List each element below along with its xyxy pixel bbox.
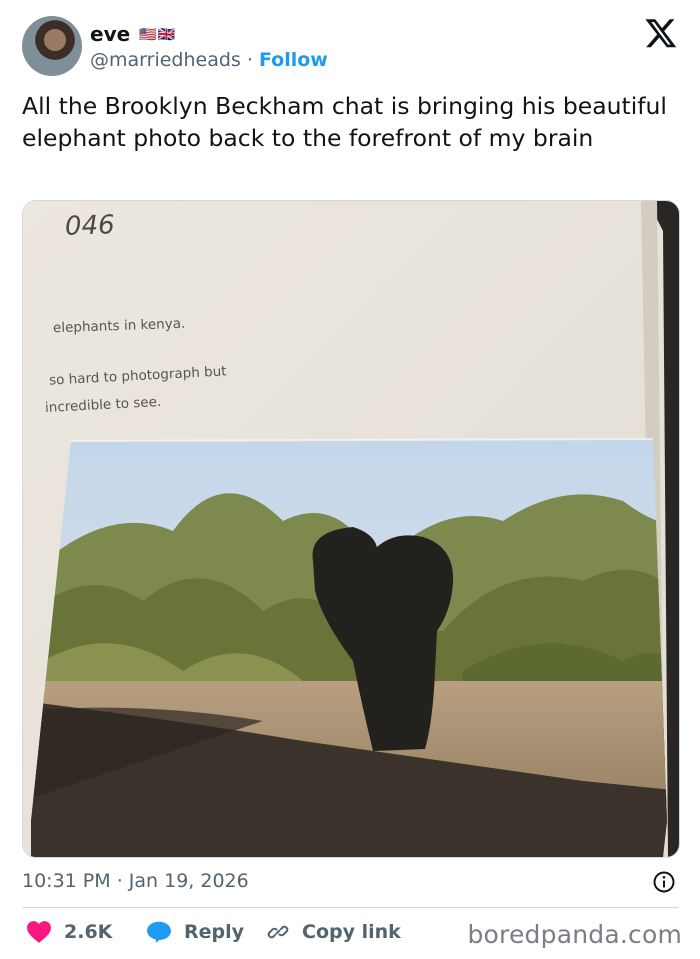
copy-link-button[interactable]: Copy link <box>266 918 401 946</box>
page-number: 046 <box>64 210 116 242</box>
flag-emoji: 🇺🇸🇬🇧 <box>139 27 177 43</box>
handle[interactable]: @marriedheads <box>90 49 241 71</box>
timestamp[interactable]: 10:31 PM · Jan 19, 2026 <box>22 869 249 893</box>
handle-row: @marriedheads · Follow <box>90 48 328 72</box>
timestamp-dot: · <box>116 870 123 892</box>
like-button[interactable]: 2.6K <box>26 918 112 946</box>
link-icon <box>267 925 289 939</box>
separator-dot: · <box>246 49 253 71</box>
reply-button[interactable]: Reply <box>146 918 244 946</box>
like-count: 2.6K <box>64 921 113 943</box>
follow-button[interactable]: Follow <box>259 49 328 71</box>
speech-bubble-icon <box>147 921 171 943</box>
tweet-text: All the Brooklyn Beckham chat is bringin… <box>22 92 667 152</box>
avatar[interactable] <box>22 16 82 76</box>
display-name[interactable]: eve 🇺🇸🇬🇧 <box>90 21 176 48</box>
x-logo-icon[interactable] <box>644 16 678 50</box>
info-icon[interactable] <box>652 870 676 894</box>
tweet-card: eve 🇺🇸🇬🇧 @marriedheads · Follow All the … <box>0 0 700 959</box>
photo-illustration <box>23 201 679 857</box>
heart-icon <box>27 921 51 943</box>
copy-link-label: Copy link <box>302 921 401 943</box>
tweet-date: Jan 19, 2026 <box>128 870 249 892</box>
watermark: boredpanda.com <box>467 920 682 949</box>
display-name-text: eve <box>90 22 131 46</box>
tweet-media-photo[interactable]: 046 elephants in kenya. so hard to photo… <box>22 200 680 858</box>
tweet-time: 10:31 PM <box>22 870 111 892</box>
reply-label: Reply <box>184 921 245 943</box>
divider <box>22 907 678 908</box>
